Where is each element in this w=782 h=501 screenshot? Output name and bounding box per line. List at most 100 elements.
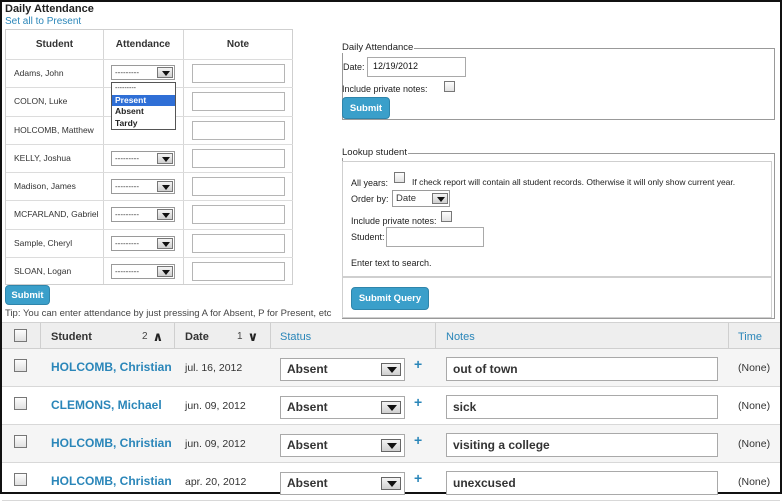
attendance-select[interactable]: ---------	[111, 151, 175, 166]
row-checkbox[interactable]	[14, 359, 27, 372]
attendance-select[interactable]: ---------	[111, 179, 175, 194]
student-name: KELLY, Joshua	[14, 153, 71, 163]
student-name: HOLCOMB, Matthew	[14, 125, 94, 135]
all-years-label: All years:	[351, 178, 389, 188]
attendance-select[interactable]: ---------	[111, 264, 175, 279]
chevron-down-icon	[157, 67, 173, 78]
submit-query-button[interactable]: Submit Query	[351, 287, 429, 310]
status-select[interactable]: Absent	[280, 472, 405, 495]
note-input[interactable]	[192, 149, 285, 168]
note-input[interactable]	[192, 121, 285, 140]
column-notes[interactable]: Notes	[446, 323, 475, 350]
record-date: jun. 09, 2012	[185, 400, 246, 412]
record-time: (None)	[738, 476, 771, 488]
note-input[interactable]	[192, 177, 285, 196]
lookup-private-notes-label: Include private notes:	[351, 216, 437, 226]
attendance-grid: Student Attendance Note Adams, John ----…	[5, 29, 293, 285]
student-name: Madison, James	[14, 181, 76, 191]
note-input[interactable]	[192, 205, 285, 224]
row-checkbox[interactable]	[14, 397, 27, 410]
header-attendance: Attendance	[115, 39, 171, 50]
add-icon[interactable]: +	[414, 394, 422, 410]
row-checkbox[interactable]	[14, 473, 27, 486]
student-name: SLOAN, Logan	[14, 266, 72, 276]
record-date: jul. 16, 2012	[185, 362, 243, 374]
dropdown-option[interactable]: ---------	[112, 83, 175, 95]
add-icon[interactable]: +	[414, 470, 422, 486]
row-checkbox[interactable]	[14, 435, 27, 448]
chevron-down-icon	[432, 193, 448, 204]
note-input[interactable]	[192, 234, 285, 253]
search-hint: Enter text to search.	[351, 258, 432, 268]
table-header: Student 2 ∧ Date 1 ∨ Status Notes Time	[2, 322, 780, 350]
attendance-row: SLOAN, Logan ---------	[6, 257, 293, 285]
all-years-hint: If check report will contain all student…	[412, 177, 736, 187]
student-link[interactable]: CLEMONS, Michael	[51, 398, 162, 412]
chevron-down-icon	[157, 181, 173, 192]
status-select[interactable]: Absent	[280, 434, 405, 457]
note-field[interactable]: sick	[446, 395, 718, 419]
order-by-label: Order by:	[351, 194, 389, 204]
add-icon[interactable]: +	[414, 356, 422, 372]
column-time[interactable]: Time	[738, 323, 762, 350]
table-row: HOLCOMB, Christian jun. 09, 2012 Absent …	[2, 425, 780, 463]
dropdown-option[interactable]: Absent	[112, 106, 175, 118]
chevron-down-icon	[157, 153, 173, 164]
record-time: (None)	[738, 438, 771, 450]
note-input[interactable]	[192, 262, 285, 281]
record-date: apr. 20, 2012	[185, 476, 247, 488]
attendance-dropdown-list: --------- Present Absent Tardy	[111, 82, 176, 130]
record-time: (None)	[738, 362, 771, 374]
dropdown-option[interactable]: Tardy	[112, 118, 175, 130]
student-name: COLON, Luke	[14, 96, 68, 106]
lookup-private-notes-checkbox[interactable]	[441, 211, 452, 222]
all-years-checkbox[interactable]	[394, 172, 405, 183]
record-time: (None)	[738, 400, 771, 412]
attendance-row: Madison, James ---------	[6, 172, 293, 200]
column-divider	[40, 323, 41, 350]
submit-attendance-button[interactable]: Submit	[5, 285, 50, 305]
header-student: Student	[35, 39, 74, 50]
note-field[interactable]: unexcused	[446, 471, 718, 495]
date-label: Date:	[343, 62, 365, 72]
attendance-select[interactable]: ---------	[111, 207, 175, 222]
tip-text: Tip: You can enter attendance by just pr…	[5, 308, 332, 319]
column-divider	[728, 323, 729, 350]
date-field[interactable]: 12/19/2012	[367, 57, 466, 77]
attendance-records-table: Student 2 ∧ Date 1 ∨ Status Notes Time HOL…	[2, 322, 780, 501]
column-date[interactable]: Date	[185, 323, 209, 350]
daily-submit-button[interactable]: Submit	[342, 97, 390, 119]
student-name: Adams, John	[14, 68, 64, 78]
column-divider	[435, 323, 436, 350]
table-row: HOLCOMB, Christian apr. 20, 2012 Absent …	[2, 463, 780, 501]
private-notes-checkbox[interactable]	[444, 81, 455, 92]
status-select[interactable]: Absent	[280, 358, 405, 381]
page-title: Daily Attendance	[5, 3, 94, 15]
dropdown-option[interactable]: Present	[112, 94, 175, 106]
column-divider	[174, 323, 175, 350]
status-select[interactable]: Absent	[280, 396, 405, 419]
student-sort-indicator[interactable]: 2 ∧	[142, 323, 163, 350]
student-link[interactable]: HOLCOMB, Christian	[51, 474, 172, 488]
attendance-select[interactable]: ---------	[111, 236, 175, 251]
student-link[interactable]: HOLCOMB, Christian	[51, 360, 172, 374]
chevron-down-icon	[381, 477, 401, 490]
select-all-checkbox[interactable]	[14, 329, 27, 342]
order-by-select[interactable]: Date	[392, 190, 450, 207]
attendance-row: KELLY, Joshua ---------	[6, 144, 293, 172]
note-input[interactable]	[192, 64, 285, 83]
set-all-present-link[interactable]: Set all to Present	[5, 16, 81, 27]
note-field[interactable]: out of town	[446, 357, 718, 381]
date-sort-indicator[interactable]: 1 ∨	[237, 323, 258, 350]
chevron-down-icon	[157, 209, 173, 220]
note-input[interactable]	[192, 92, 285, 111]
chevron-down-icon	[381, 401, 401, 414]
attendance-select[interactable]: ---------	[111, 65, 175, 80]
student-search-input[interactable]	[386, 227, 484, 247]
chevron-up-icon: ∧	[152, 328, 164, 344]
note-field[interactable]: visiting a college	[446, 433, 718, 457]
add-icon[interactable]: +	[414, 432, 422, 448]
student-name: MCFARLAND, Gabriel	[14, 209, 99, 219]
column-status[interactable]: Status	[280, 323, 311, 350]
student-link[interactable]: HOLCOMB, Christian	[51, 436, 172, 450]
